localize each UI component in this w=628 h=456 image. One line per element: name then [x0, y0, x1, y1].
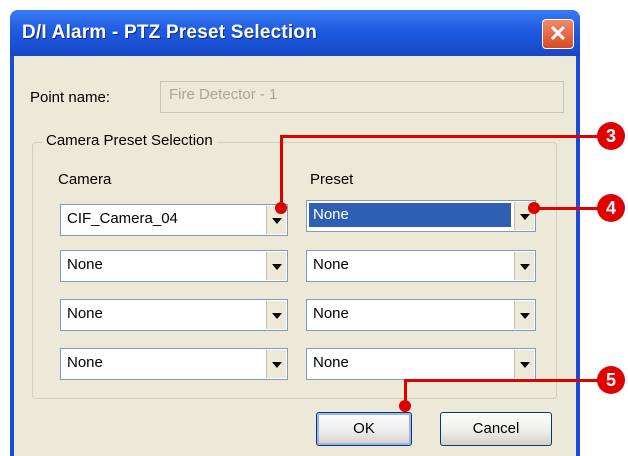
preset-select-3[interactable]: None — [306, 299, 536, 331]
chevron-down-icon[interactable] — [514, 252, 534, 280]
chevron-down-icon[interactable] — [266, 350, 286, 378]
camera-select-2[interactable]: None — [60, 250, 288, 282]
preset-select-1-value: None — [309, 203, 511, 227]
point-name-label: Point name: — [30, 89, 111, 106]
camera-select-1[interactable]: CIF_Camera_04 — [60, 204, 288, 236]
preset-select-2-value: None — [313, 256, 349, 273]
chevron-down-icon[interactable] — [514, 301, 534, 329]
callout-badge-3: 3 — [597, 122, 625, 150]
title-bar[interactable]: D/I Alarm - PTZ Preset Selection ✕ — [10, 10, 580, 56]
close-icon: ✕ — [548, 21, 568, 46]
chevron-down-icon[interactable] — [266, 301, 286, 329]
callout-5-line — [404, 379, 604, 382]
chevron-down-icon[interactable] — [514, 350, 534, 378]
groupbox-title: Camera Preset Selection — [42, 132, 217, 149]
callout-3-leader — [280, 135, 283, 207]
preset-select-4[interactable]: None — [306, 348, 536, 380]
preset-column-header: Preset — [310, 171, 354, 188]
chevron-down-icon[interactable] — [266, 252, 286, 280]
preset-select-2[interactable]: None — [306, 250, 536, 282]
preset-select-4-value: None — [313, 354, 349, 371]
window-title: D/I Alarm - PTZ Preset Selection — [22, 22, 317, 43]
camera-select-4-value: None — [67, 354, 103, 371]
callout-badge-5: 5 — [597, 366, 625, 394]
callout-5-dot — [399, 400, 411, 412]
preset-select-3-value: None — [313, 305, 349, 322]
dialog-body: Point name: Fire Detector - 1 Camera Pre… — [14, 56, 576, 456]
camera-select-2-value: None — [67, 256, 103, 273]
cancel-button[interactable]: Cancel — [440, 412, 552, 446]
camera-column-header: Camera — [58, 171, 112, 188]
dialog-window: D/I Alarm - PTZ Preset Selection ✕ Point… — [10, 10, 580, 456]
camera-select-4[interactable]: None — [60, 348, 288, 380]
callout-4-dot — [528, 202, 540, 214]
camera-select-3-value: None — [67, 305, 103, 322]
callout-badge-4: 4 — [597, 194, 625, 222]
callout-4-line — [534, 207, 604, 210]
callout-3-dot — [275, 202, 287, 214]
callout-3-line — [280, 135, 604, 138]
camera-select-1-value: CIF_Camera_04 — [67, 210, 178, 227]
close-button[interactable]: ✕ — [542, 19, 574, 49]
ok-button[interactable]: OK — [316, 412, 412, 446]
point-name-field: Fire Detector - 1 — [160, 81, 564, 113]
camera-select-3[interactable]: None — [60, 299, 288, 331]
preset-select-1[interactable]: None — [306, 200, 536, 232]
